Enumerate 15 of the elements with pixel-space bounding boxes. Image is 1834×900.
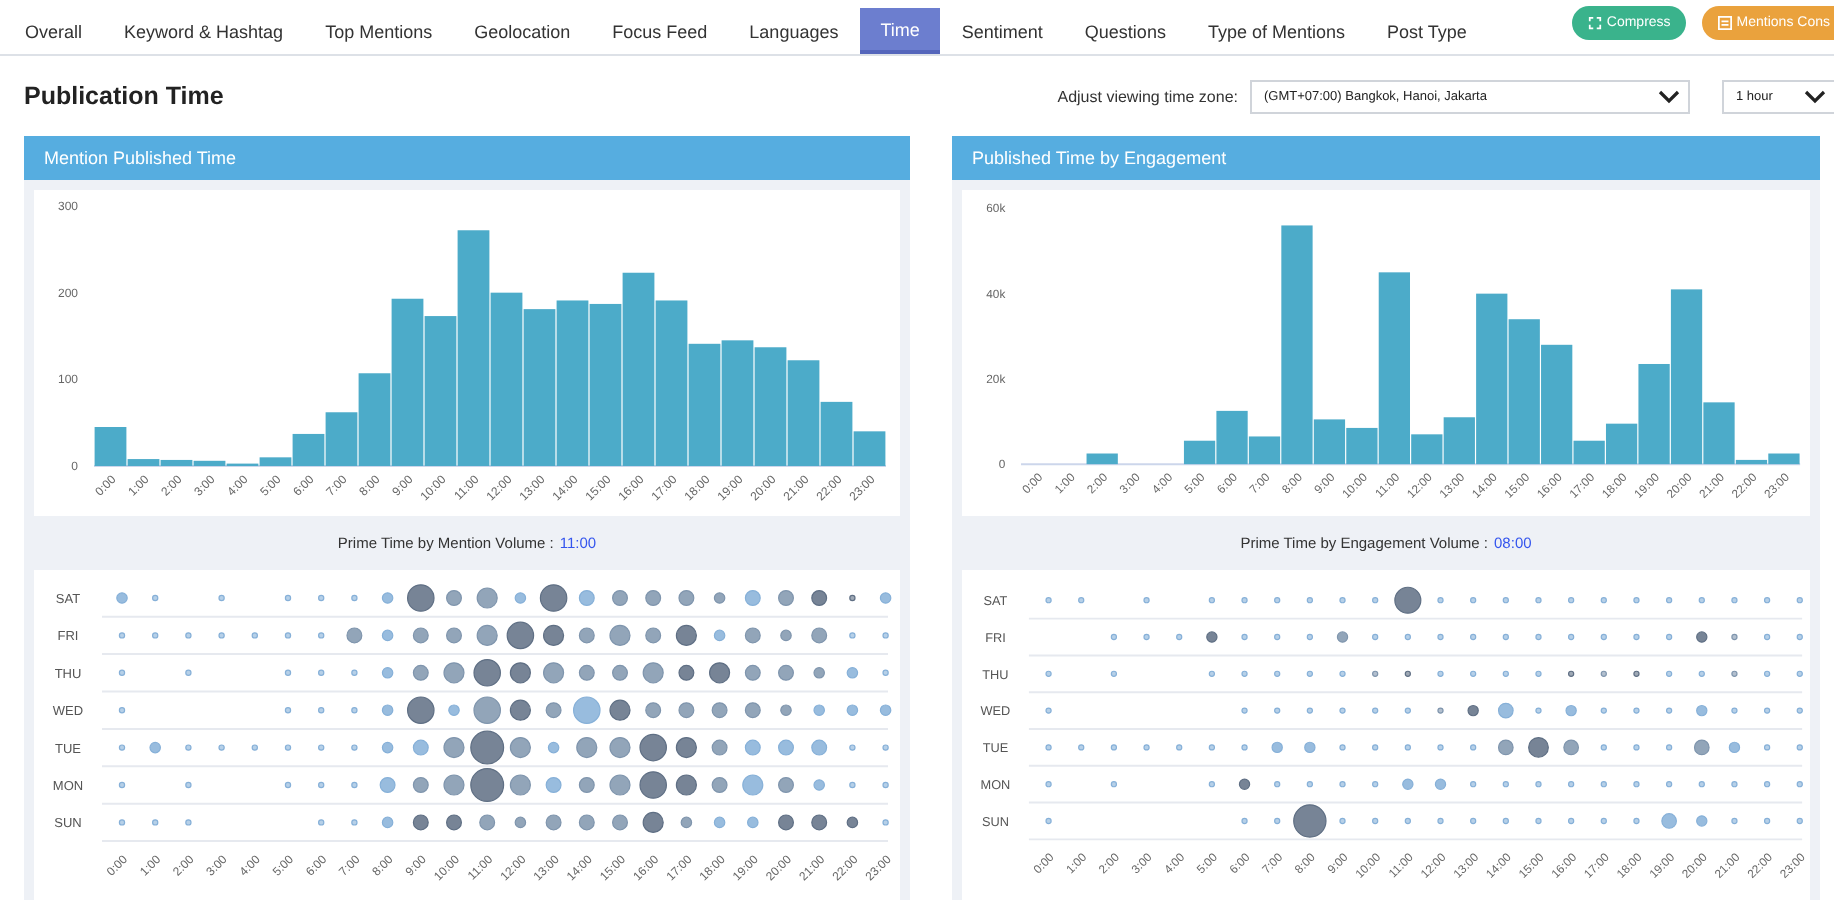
nav-tab[interactable]: Time [859, 8, 941, 54]
nav-tab[interactable]: Focus Feed [591, 8, 729, 54]
nav-tab[interactable]: Sentiment [940, 8, 1064, 54]
panel-header: Published Time by Engagement [952, 136, 1820, 180]
panel-header: Mention Published Time [24, 136, 910, 180]
nav-tab[interactable]: Top Mentions [304, 8, 454, 54]
nav-tab[interactable]: Type of Mentions [1186, 8, 1366, 54]
nav-tab[interactable]: Languages [728, 8, 860, 54]
nav-tab[interactable]: Post Type [1366, 8, 1488, 54]
timezone-label: Adjust viewing time zone: [1057, 87, 1238, 105]
nav-tab[interactable]: Keyword & Hashtag [103, 8, 305, 54]
nav-tab[interactable]: Overall [4, 8, 104, 54]
page-title: Publication Time [24, 82, 224, 110]
nav-tab[interactable]: Geolocation [453, 8, 592, 54]
nav-tab[interactable]: Questions [1063, 8, 1187, 54]
